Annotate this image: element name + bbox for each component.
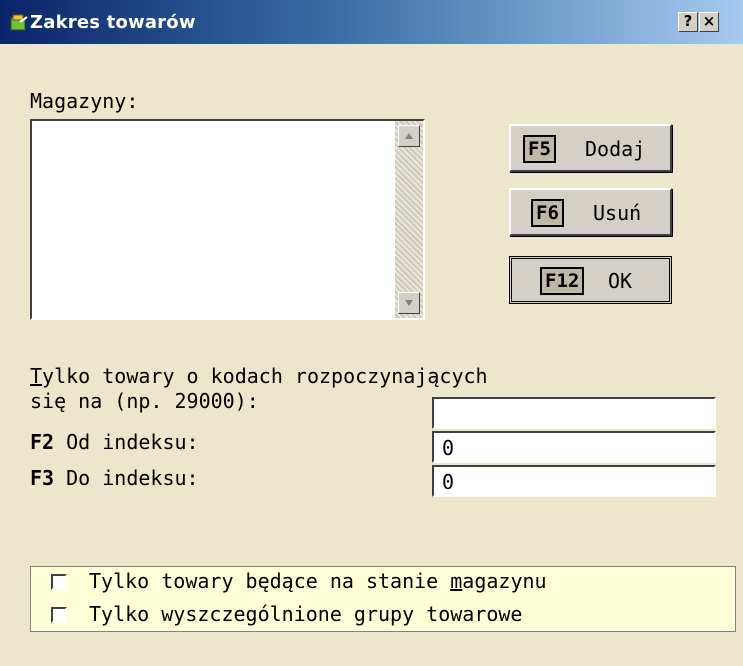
do-indeksu-input[interactable]: 0: [432, 465, 716, 497]
od-label-text: Od indeksu:: [66, 430, 199, 454]
od-indeksu-input[interactable]: 0: [432, 431, 716, 463]
close-button[interactable]: ×: [699, 12, 719, 32]
od-indeksu-label: F2 Od indeksu:: [30, 430, 199, 454]
prefix-label-line1: Tylko towary o kodach rozpoczynających: [30, 364, 488, 388]
prefix-input[interactable]: [432, 397, 716, 429]
prefix-mnemonic: T: [30, 364, 43, 388]
magazyny-label: Magazyny:: [30, 89, 139, 113]
help-button[interactable]: ?: [678, 12, 698, 32]
options-panel: Tylko towary będące na stanie magazynu T…: [30, 566, 736, 632]
f5-key-badge: F5: [523, 135, 556, 163]
do-label-text: Do indeksu:: [66, 466, 199, 490]
stan-magazynu-label[interactable]: Tylko towary będące na stanie magazynu: [89, 569, 547, 593]
grupy-towarowe-label[interactable]: Tylko wyszczególnione grupy towarowe: [89, 602, 522, 626]
prefix-label-rest: ylko towary o kodach rozpoczynających: [42, 364, 488, 388]
stan-mnemonic: m: [450, 569, 463, 593]
listbox-scrollbar[interactable]: [395, 121, 423, 318]
usun-label: Usuń: [593, 201, 642, 225]
grupy-towarowe-checkbox[interactable]: [51, 607, 67, 623]
scroll-down-button[interactable]: [398, 292, 420, 314]
f12-key-badge: F12: [540, 267, 585, 295]
magazyny-listbox[interactable]: [30, 119, 425, 320]
f6-key-badge: F6: [531, 199, 564, 227]
do-indeksu-label: F3 Do indeksu:: [30, 466, 199, 490]
window-title: Zakres towarów: [30, 12, 196, 33]
arrow-down-icon: [405, 300, 413, 306]
f3-key-label: F3: [30, 466, 55, 490]
prefix-label-line2: się na (np. 29000):: [30, 389, 259, 413]
app-icon: [10, 14, 28, 32]
dodaj-button[interactable]: F5 Dodaj: [509, 124, 672, 172]
dodaj-label: Dodaj: [585, 137, 646, 161]
stan-label-before: Tylko towary będące na stanie: [89, 569, 451, 593]
usun-button[interactable]: F6 Usuń: [509, 188, 672, 236]
ok-label: OK: [608, 269, 633, 293]
scroll-up-button[interactable]: [398, 125, 420, 147]
stan-label-after: agazynu: [462, 569, 547, 593]
stan-magazynu-checkbox[interactable]: [51, 574, 67, 590]
ok-button[interactable]: F12 OK: [509, 256, 672, 304]
arrow-up-icon: [405, 133, 413, 139]
title-bar[interactable]: Zakres towarów ? ×: [0, 0, 743, 44]
f2-key-label: F2: [30, 430, 55, 454]
